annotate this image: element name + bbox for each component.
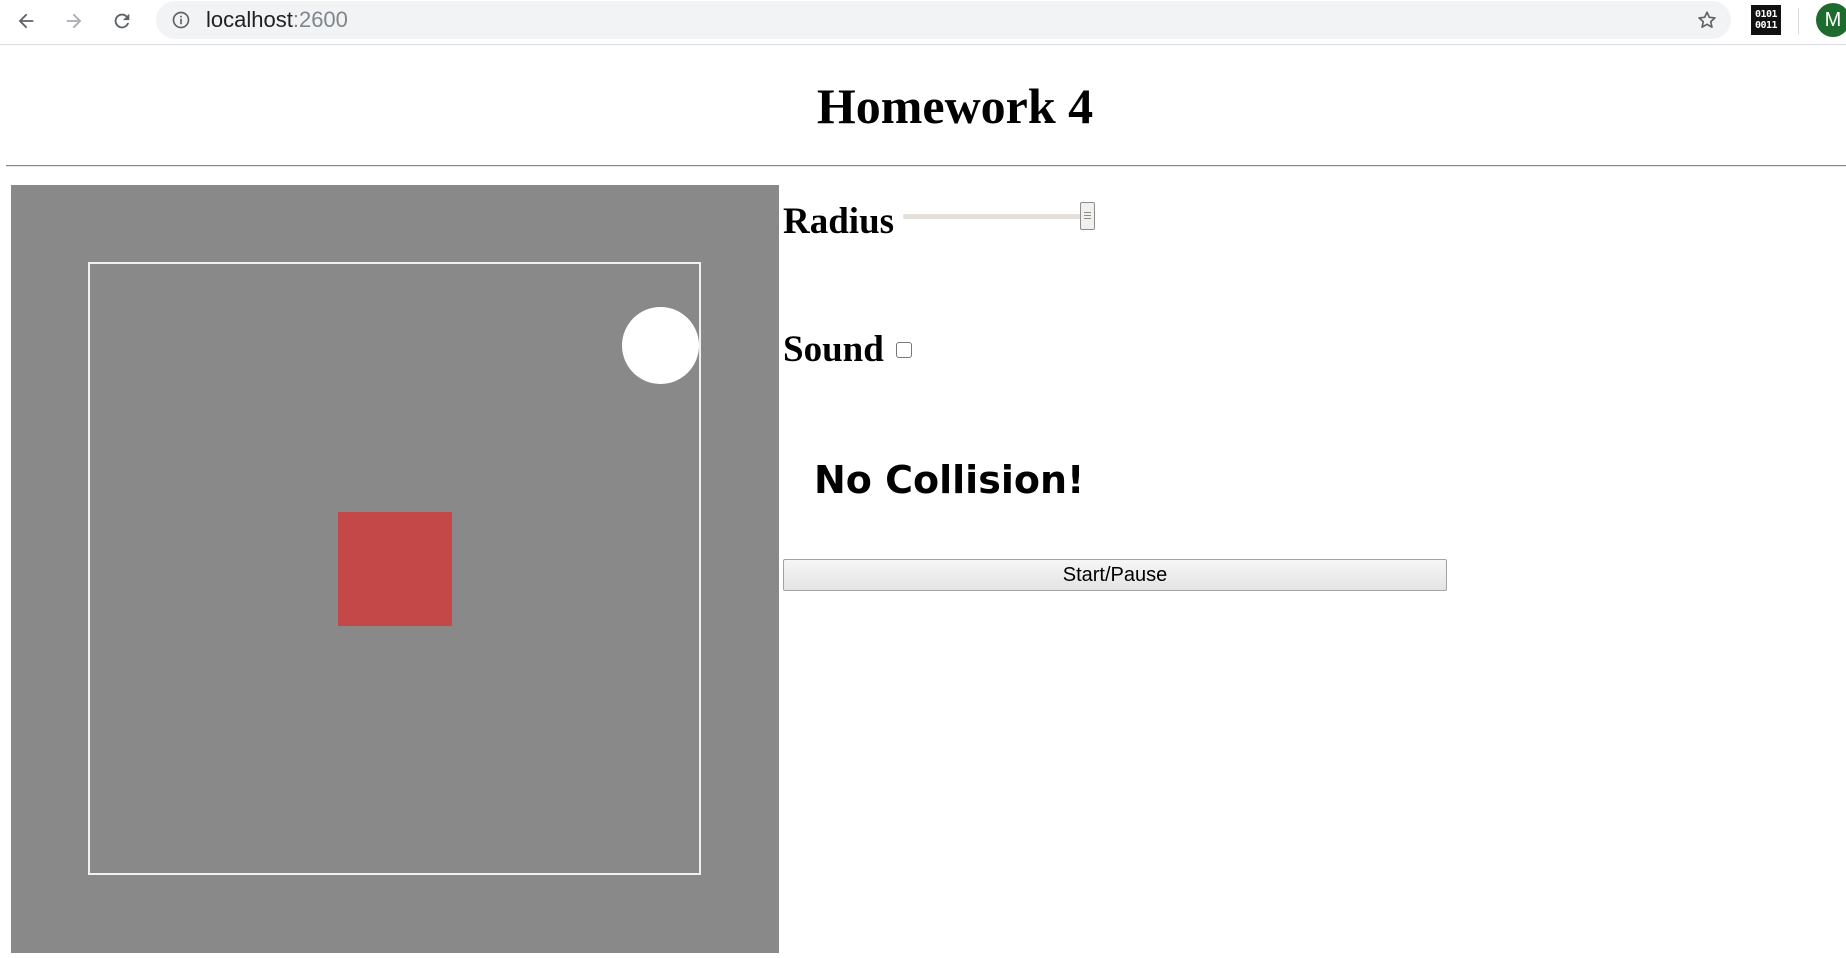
radius-slider-thumb[interactable] [1080, 202, 1095, 230]
start-pause-button[interactable]: Start/Pause [783, 559, 1447, 591]
url-text[interactable]: localhost:2600 [206, 1, 348, 39]
reload-icon [114, 13, 130, 29]
reload-button[interactable] [105, 4, 139, 38]
title-divider [6, 165, 1846, 167]
binary-extension-icon[interactable]: 0101 0011 [1751, 5, 1781, 35]
back-button[interactable] [9, 4, 43, 38]
simulation-canvas[interactable] [11, 185, 779, 953]
arrow-right-icon [66, 13, 82, 29]
page-title: Homework 4 [816, 78, 1094, 134]
radius-slider-track[interactable] [903, 214, 1086, 219]
ball [622, 307, 699, 384]
obstacle-square [338, 512, 452, 626]
sound-checkbox[interactable] [896, 342, 912, 358]
slider-grip-icon [1084, 211, 1091, 221]
toolbar-divider [1798, 8, 1799, 34]
url-port: :2600 [292, 7, 348, 32]
browser-toolbar: localhost:2600 0101 0011 M [0, 0, 1846, 45]
extension-label-bottom: 0011 [1754, 20, 1778, 31]
forward-button[interactable] [57, 4, 91, 38]
star-icon[interactable] [1695, 8, 1719, 32]
profile-avatar[interactable]: M [1816, 3, 1846, 37]
arrow-left-icon [18, 13, 34, 29]
address-bar[interactable]: localhost:2600 [156, 1, 1731, 39]
collision-status: No Collision! [814, 458, 1085, 502]
info-icon[interactable] [170, 9, 192, 31]
sound-label: Sound [783, 329, 884, 370]
extension-label-top: 0101 [1754, 9, 1778, 20]
radius-label: Radius [783, 201, 895, 242]
url-host: localhost [206, 7, 293, 32]
